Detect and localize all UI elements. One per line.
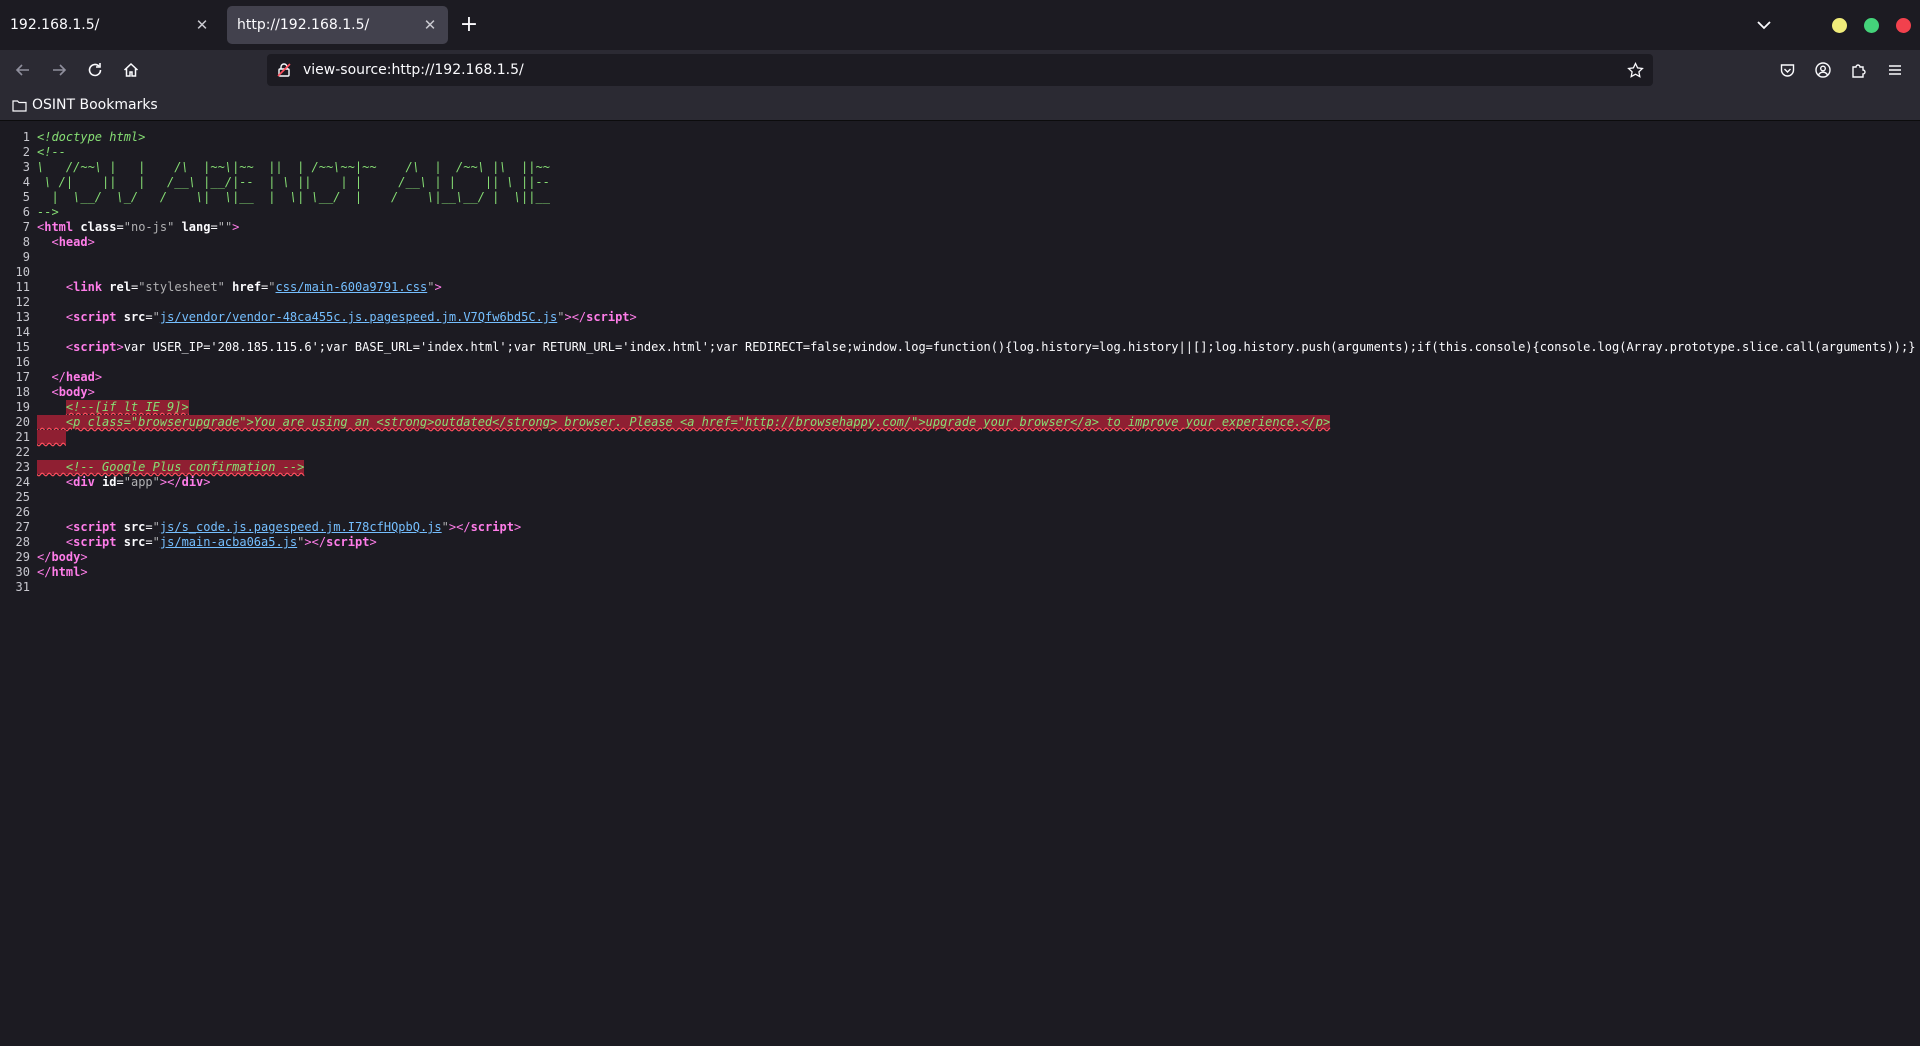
stylesheet-link[interactable]: css/main-600a9791.css: [276, 280, 428, 294]
account-icon: [1815, 62, 1831, 78]
inline-script: var USER_IP='208.185.115.6';var BASE_URL…: [123, 340, 1916, 354]
google-plus-comment: <!-- Google Plus confirmation -->: [37, 460, 305, 474]
source-line: 28 <script src="js/main-acba06a5.js"></s…: [15, 535, 377, 549]
list-all-tabs-button[interactable]: [1752, 13, 1776, 37]
script-link[interactable]: js/vendor/vendor-48ca455c.js.pagespeed.j…: [160, 310, 557, 324]
puzzle-icon: [1852, 64, 1866, 78]
account-button[interactable]: [1811, 58, 1835, 82]
source-line: 6 -->: [22, 205, 59, 219]
source-line: 1 <!doctype html>: [22, 130, 146, 144]
source-line: 27 <script src="js/s_code.js.pagespeed.j…: [15, 520, 522, 534]
source-line: 16: [15, 355, 30, 369]
source-line: 11 <link rel="stylesheet" href="css/main…: [15, 280, 442, 294]
menu-button[interactable]: [1883, 58, 1907, 82]
pocket-icon: [1780, 63, 1794, 77]
source-line: 10: [15, 265, 30, 279]
url-bar[interactable]: [267, 54, 1653, 86]
reload-button[interactable]: [83, 58, 107, 82]
bookmark-folder-label: OSINT Bookmarks: [32, 97, 158, 113]
ascii-art-line: \ //~~\ | | /\ |~~\|~~ || | /~~\~~|~~ /\…: [37, 160, 550, 174]
tab-1[interactable]: 192.168.1.5/ ✕: [0, 6, 220, 44]
source-line: 29 </body>: [15, 550, 88, 564]
back-button[interactable]: [11, 58, 35, 82]
close-icon[interactable]: ✕: [422, 16, 438, 34]
maximize-button[interactable]: [1864, 18, 1879, 33]
doctype: <!doctype html>: [37, 130, 146, 144]
chevron-down-icon: [1757, 21, 1771, 30]
source-line: 31: [15, 580, 30, 594]
source-line: 5 | \__/ \_/ / \| \|__ | \| \__/ | / \|_…: [22, 190, 550, 204]
source-line: 18 <body>: [15, 385, 95, 399]
conditional-comment-end: [37, 430, 66, 444]
ascii-art-line: | \__/ \_/ / \| \|__ | \| \__/ | / \|__\…: [37, 190, 550, 204]
source-line: 23 <!-- Google Plus confirmation -->: [15, 460, 305, 474]
tab-1-label: 192.168.1.5/: [10, 17, 100, 33]
tab-2-label: http://192.168.1.5/: [237, 17, 370, 33]
bookmark-star-icon[interactable]: [1617, 61, 1653, 79]
extensions-button[interactable]: [1847, 58, 1871, 82]
folder-icon: [12, 99, 27, 112]
source-line: 15 <script>var USER_IP='208.185.115.6';v…: [15, 340, 1916, 354]
source-line: 9: [22, 250, 30, 264]
source-line: 25: [15, 490, 30, 504]
ascii-art-line: \ /| || | /__\ |__/|-- | \ || | | /__\ |…: [37, 175, 550, 189]
tab-bar: 192.168.1.5/ ✕ http://192.168.1.5/ ✕ +: [0, 0, 1920, 50]
source-line: 20 <p class="browserupgrade">You are usi…: [15, 415, 1331, 429]
navigation-toolbar: [0, 50, 1920, 90]
attr-value: app: [130, 475, 153, 489]
source-line: 13 <script src="js/vendor/vendor-48ca455…: [15, 310, 637, 324]
forward-button[interactable]: [47, 58, 71, 82]
tab-2[interactable]: http://192.168.1.5/ ✕: [227, 6, 448, 44]
pocket-button[interactable]: [1775, 58, 1799, 82]
source-line: 3 \ //~~\ | | /\ |~~\|~~ || | /~~\~~|~~ /…: [22, 160, 550, 174]
insecure-lock-icon[interactable]: [267, 62, 301, 78]
conditional-comment-body: <p class="browserupgrade">You are using …: [37, 415, 1331, 429]
arrow-right-icon: [53, 64, 67, 76]
source-line: 4 \ /| || | /__\ |__/|-- | \ || | | /__\…: [22, 175, 550, 189]
close-window-button[interactable]: [1896, 18, 1911, 33]
script-link[interactable]: js/s_code.js.pagespeed.jm.I78cfHQpbQ.js: [160, 520, 442, 534]
source-line: 26: [15, 505, 30, 519]
hamburger-icon: [1889, 65, 1901, 75]
source-line: 8 <head>: [22, 235, 95, 249]
script-link[interactable]: js/main-acba06a5.js: [160, 535, 297, 549]
home-icon: [123, 62, 139, 77]
comment-open: <!--: [37, 145, 66, 159]
view-source-content: 1 <!doctype html> 2 <!-- 3 \ //~~\ | | /\ |…: [0, 121, 1920, 1046]
conditional-comment: <!--[if lt IE 9]>: [65, 400, 189, 414]
source-line: 30 </html>: [15, 565, 88, 579]
source-line: 14: [15, 325, 30, 339]
minimize-button[interactable]: [1832, 18, 1847, 33]
url-input[interactable]: [301, 61, 1617, 79]
source-line: 24 <div id="app"></div>: [15, 475, 211, 489]
bookmarks-toolbar: OSINT Bookmarks: [0, 90, 1920, 121]
arrow-left-icon: [15, 64, 29, 76]
source-line: 7 <html class="no-js" lang="">: [22, 220, 240, 234]
source-line: 12: [15, 295, 30, 309]
close-icon[interactable]: ✕: [194, 16, 210, 34]
comment-close: -->: [37, 205, 59, 219]
source-line: 21: [0, 430, 1920, 445]
home-button[interactable]: [119, 58, 143, 82]
attr-value: no-js: [130, 220, 168, 234]
source-line: 2 <!--: [22, 145, 66, 159]
bookmark-folder-osint[interactable]: OSINT Bookmarks: [12, 94, 158, 116]
source-line: 22: [15, 445, 30, 459]
source-code: 1 <!doctype html> 2 <!-- 3 \ //~~\ | | /\ |…: [0, 130, 1920, 595]
reload-icon: [88, 63, 102, 77]
source-line: 17 </head>: [15, 370, 103, 384]
new-tab-button[interactable]: +: [458, 12, 480, 38]
source-line: 19 <!--[if lt IE 9]>: [15, 400, 189, 414]
